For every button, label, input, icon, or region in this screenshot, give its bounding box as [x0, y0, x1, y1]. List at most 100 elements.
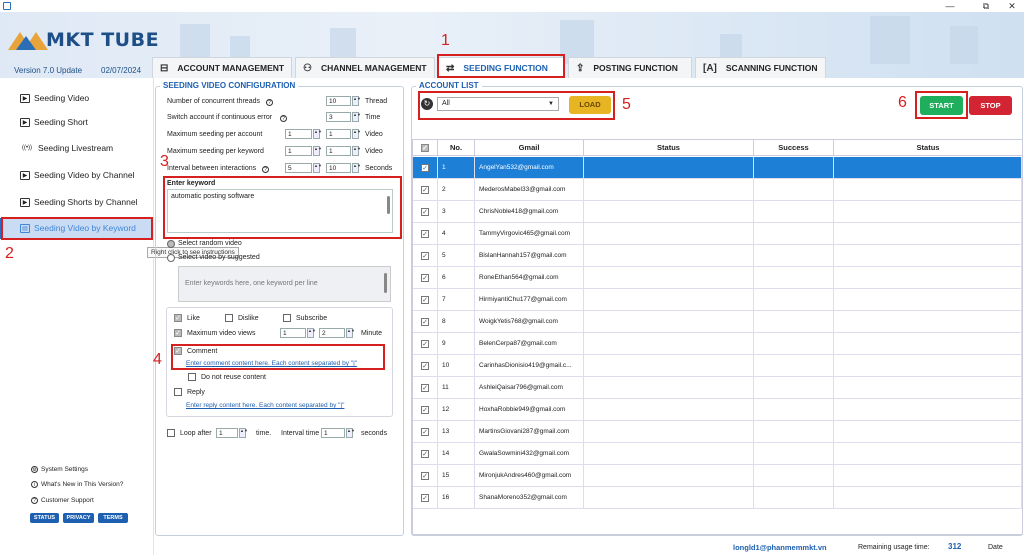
threads-input[interactable]: 10 [326, 96, 351, 106]
table-row[interactable]: ✓ 14 GwalaSowmini432@gmail.com [413, 443, 1022, 465]
tab-channel-management[interactable]: ⚇ CHANNEL MANAGEMENT [295, 57, 435, 78]
interval-time-input[interactable]: 1 [321, 428, 345, 438]
row-checkbox[interactable]: ✓ [421, 318, 429, 326]
row-checkbox[interactable]: ✓ [421, 252, 429, 260]
minimize-button[interactable]: — [940, 0, 960, 12]
table-row[interactable]: ✓ 5 BislanHannah157@gmail.com [413, 245, 1022, 267]
table-row[interactable]: ✓ 13 MartinsGiovani287@gmail.com [413, 421, 1022, 443]
table-row[interactable]: ✓ 7 HirmiyantiChu177@gmail.com [413, 289, 1022, 311]
privacy-pill-button[interactable]: PRIVACY [63, 513, 94, 523]
table-row[interactable]: ✓ 15 MironjukAndres460@gmail.com [413, 465, 1022, 487]
table-row[interactable]: ✓ 2 MederosMabel33@gmail.com [413, 179, 1022, 201]
max-account-min-stepper[interactable]: ▲▼ [313, 129, 322, 139]
col-gmail[interactable]: Gmail [475, 140, 584, 156]
max-keyword-min-stepper[interactable]: ▲▼ [313, 146, 322, 156]
maximize-button[interactable]: ⧉ [976, 0, 996, 12]
row-checkbox[interactable]: ✓ [421, 428, 429, 436]
max-views-min-input[interactable]: 1 [280, 328, 306, 338]
stop-button[interactable]: STOP [969, 96, 1012, 115]
switch-input[interactable]: 3 [326, 112, 351, 122]
max-account-max-stepper[interactable]: ▲▼ [352, 129, 361, 139]
row-checkbox[interactable]: ✓ [421, 186, 429, 194]
row-checkbox[interactable]: ✓ [421, 362, 429, 370]
loop-input[interactable]: 1 [216, 428, 238, 438]
sidebar-item-seeding-short[interactable]: ▶ Seeding Short [20, 115, 88, 129]
max-keyword-max-stepper[interactable]: ▲▼ [352, 146, 361, 156]
interval-min-input[interactable]: 5 [285, 163, 312, 173]
terms-pill-button[interactable]: TERMS [98, 513, 128, 523]
table-row[interactable]: ✓ 11 AshleiQaisar796@gmail.com [413, 377, 1022, 399]
sidebar-item-seeding-shorts-by-channel[interactable]: ▶ Seeding Shorts by Channel [20, 195, 138, 209]
tab-posting-function[interactable]: ⇪ POSTING FUNCTION [568, 57, 692, 78]
table-row[interactable]: ✓ 16 ShanaMoreno352@gmail.com [413, 487, 1022, 509]
row-checkbox[interactable]: ✓ [421, 450, 429, 458]
keyword-textarea[interactable]: automatic posting software [167, 189, 393, 233]
dislike-checkbox[interactable] [225, 314, 233, 322]
customer-support-link[interactable]: ? Customer Support [31, 497, 94, 504]
reply-checkbox[interactable] [174, 388, 182, 396]
like-checkbox[interactable]: ✓ [174, 314, 182, 322]
max-views-max-input[interactable]: 2 [319, 328, 345, 338]
interval-time-stepper[interactable]: ▲▼ [346, 428, 355, 438]
subscribe-checkbox[interactable] [283, 314, 291, 322]
loop-stepper[interactable]: ▲▼ [239, 428, 248, 438]
table-row[interactable]: ✓ 3 ChrisNoble418@gmail.com [413, 201, 1022, 223]
row-checkbox[interactable]: ✓ [421, 384, 429, 392]
row-checkbox[interactable]: ✓ [421, 296, 429, 304]
random-video-radio[interactable] [167, 240, 175, 248]
sidebar-item-seeding-video-by-channel[interactable]: ▶ Seeding Video by Channel [20, 168, 135, 182]
max-account-min-input[interactable]: 1 [285, 129, 312, 139]
account-filter-select[interactable]: All ▼ [437, 97, 559, 111]
status-pill-button[interactable]: STATUS [30, 513, 59, 523]
tab-scanning-function[interactable]: [A] SCANNING FUNCTION [695, 57, 826, 78]
keyword-scrollbar[interactable] [387, 196, 390, 214]
row-checkbox[interactable]: ✓ [421, 274, 429, 282]
col-success[interactable]: Success [754, 140, 834, 156]
col-status-2[interactable]: Status [834, 140, 1022, 156]
table-row[interactable]: ✓ 4 TammyVirgovic465@gmail.com [413, 223, 1022, 245]
interval-min-stepper[interactable]: ▲▼ [313, 163, 322, 173]
table-row[interactable]: ✓ 6 RoneEthan564@gmail.com [413, 267, 1022, 289]
col-status[interactable]: Status [584, 140, 754, 156]
tab-account-management[interactable]: ⊟ ACCOUNT MANAGEMENT [152, 57, 292, 78]
start-button[interactable]: START [920, 96, 963, 115]
loop-checkbox[interactable] [167, 429, 175, 437]
comment-checkbox[interactable]: ✓ [174, 347, 182, 355]
interval-max-stepper[interactable]: ▲▼ [352, 163, 361, 173]
load-button[interactable]: LOAD [569, 96, 611, 114]
row-checkbox[interactable]: ✓ [421, 164, 429, 172]
suggested-keywords-textarea[interactable]: Enter keywords here, one keyword per lin… [178, 266, 391, 302]
no-reuse-checkbox[interactable] [188, 373, 196, 381]
table-row[interactable]: ✓ 12 HoxhaRobbie949@gmail.com [413, 399, 1022, 421]
table-row[interactable]: ✓ 9 BelenCerpa87@gmail.com [413, 333, 1022, 355]
row-checkbox[interactable]: ✓ [421, 472, 429, 480]
row-checkbox[interactable]: ✓ [421, 340, 429, 348]
select-all-header[interactable]: ✓ [413, 140, 438, 156]
max-views-checkbox[interactable]: ✓ [174, 329, 182, 337]
sidebar-item-seeding-livestream[interactable]: ((•)) Seeding Livestream [20, 141, 113, 155]
close-button[interactable]: ✕ [1002, 0, 1022, 12]
row-checkbox[interactable]: ✓ [421, 208, 429, 216]
whats-new-link[interactable]: i What's New in This Version? [31, 481, 123, 488]
row-checkbox[interactable]: ✓ [421, 230, 429, 238]
row-checkbox[interactable]: ✓ [421, 494, 429, 502]
max-keyword-min-input[interactable]: 1 [285, 146, 312, 156]
max-views-max-stepper[interactable]: ▲▼ [346, 328, 355, 338]
refresh-icon[interactable]: ↻ [421, 98, 433, 110]
threads-stepper[interactable]: ▲▼ [352, 96, 361, 106]
max-views-min-stepper[interactable]: ▲▼ [307, 328, 316, 338]
col-no[interactable]: No. [438, 140, 475, 156]
interval-max-input[interactable]: 10 [326, 163, 351, 173]
table-row[interactable]: ✓ 1 AngelYan532@gmail.com [413, 157, 1022, 179]
system-settings-link[interactable]: ⚙ System Settings [31, 466, 88, 473]
max-account-max-input[interactable]: 1 [326, 129, 351, 139]
switch-stepper[interactable]: ▲▼ [352, 112, 361, 122]
row-checkbox[interactable]: ✓ [421, 406, 429, 414]
sidebar-item-seeding-video[interactable]: ▶ Seeding Video [20, 91, 89, 105]
comment-content-link[interactable]: Enter comment content here. Each content… [186, 360, 357, 367]
table-row[interactable]: ✓ 10 CarinhasDionisio419@gmail.c... [413, 355, 1022, 377]
suggested-video-radio[interactable] [167, 254, 175, 262]
reply-content-link[interactable]: Enter reply content here. Each content s… [186, 402, 344, 409]
suggested-scrollbar[interactable] [384, 273, 387, 293]
table-row[interactable]: ✓ 8 WoigkYetis768@gmail.com [413, 311, 1022, 333]
